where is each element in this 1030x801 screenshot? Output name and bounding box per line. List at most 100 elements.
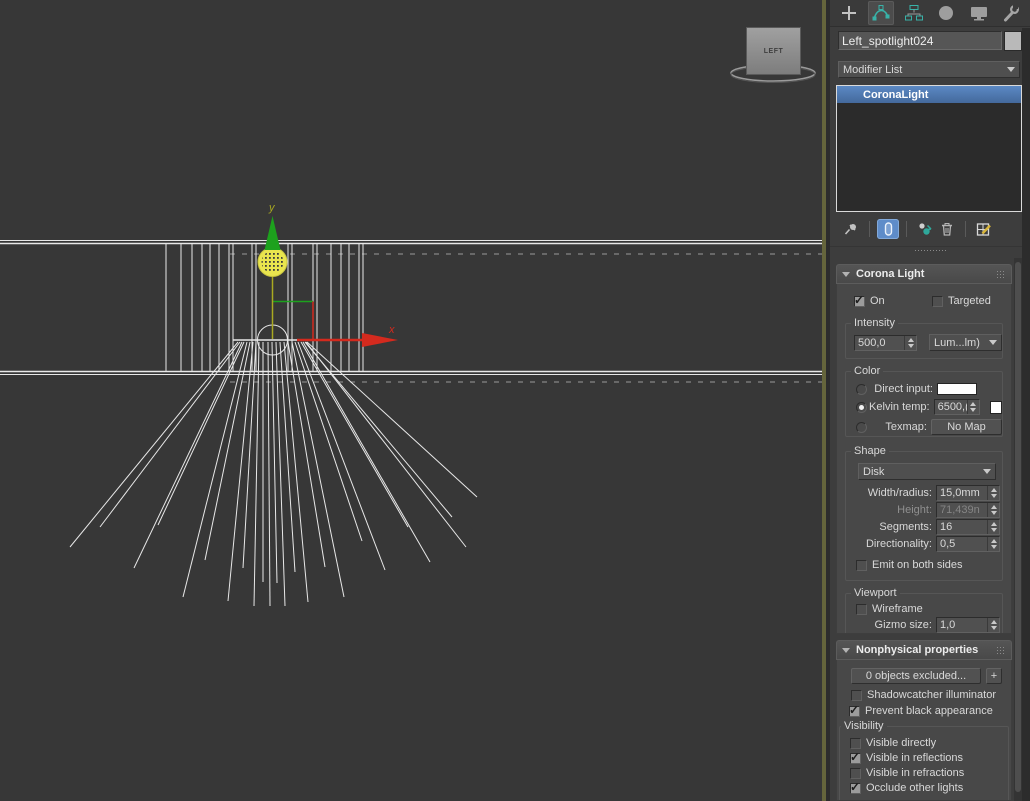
viewport-scene: xy bbox=[0, 202, 822, 607]
y-axis-arrowhead bbox=[264, 216, 281, 250]
wireframe-checkbox[interactable] bbox=[856, 603, 867, 615]
modifier-stack[interactable]: CoronaLight bbox=[836, 85, 1022, 212]
width-radius-spinner[interactable]: 15,0mm bbox=[936, 485, 1000, 501]
splitter-grip[interactable] bbox=[914, 249, 946, 253]
command-panel: Modifier List CoronaLight bbox=[830, 0, 1030, 801]
chevron-down-icon bbox=[983, 469, 991, 474]
tab-display[interactable] bbox=[966, 1, 992, 25]
remove-modifier-icon[interactable] bbox=[936, 219, 958, 239]
exclude-objects-button[interactable]: 0 objects excluded... bbox=[851, 668, 981, 684]
viewport-group-label: Viewport bbox=[851, 587, 900, 599]
direct-input-label: Direct input: bbox=[874, 383, 933, 395]
kelvin-color-swatch bbox=[989, 400, 1002, 414]
rollout-corona-light: Corona Light On Targeted Intensity 500,0 bbox=[836, 264, 1012, 634]
toolbar-separator bbox=[906, 221, 907, 237]
panel-scrollbar-thumb[interactable] bbox=[1015, 262, 1021, 792]
light-cone-rays bbox=[69, 341, 478, 607]
add-exclude-button[interactable]: + bbox=[986, 668, 1002, 684]
segments-spinner[interactable]: 16 bbox=[936, 519, 1000, 535]
object-name-row bbox=[830, 31, 1030, 51]
visibility-group: Visibility Visible directly Visible in r… bbox=[839, 720, 1009, 800]
make-unique-icon[interactable] bbox=[914, 219, 936, 239]
color-group: Color Direct input: Kelvin temp: 6500,( bbox=[845, 365, 1003, 437]
3dsmax-window: xy LEFT Left_spotlight024 Modifier List … bbox=[0, 0, 1030, 801]
kelvin-temp-radio[interactable] bbox=[856, 401, 867, 413]
tab-create[interactable] bbox=[836, 1, 862, 25]
rollout-title: Nonphysical properties bbox=[856, 644, 979, 656]
toolbar-separator bbox=[869, 221, 870, 237]
tab-utilities[interactable] bbox=[998, 1, 1024, 25]
object-color-swatch[interactable] bbox=[1004, 31, 1022, 51]
prevent-black-checkbox[interactable] bbox=[849, 703, 860, 717]
gizmo-size-spinner[interactable]: 1,0 bbox=[936, 617, 1000, 633]
intensity-spinner[interactable]: 500,0 bbox=[854, 334, 918, 351]
rollout-title: Corona Light bbox=[856, 268, 925, 280]
width-radius-label: Width/radius: bbox=[867, 487, 932, 499]
occlude-lights-label: Occlude other lights bbox=[866, 782, 964, 794]
texmap-button[interactable]: No Map bbox=[930, 419, 1002, 435]
rollout-grip-icon[interactable] bbox=[996, 645, 1006, 655]
shape-type-dropdown[interactable]: Disk bbox=[858, 463, 996, 480]
chevron-down-icon bbox=[1007, 67, 1015, 72]
display-icon bbox=[970, 7, 987, 21]
rollout-header-corona-light[interactable]: Corona Light bbox=[836, 264, 1012, 284]
wall-section-lines bbox=[0, 240, 822, 383]
targeted-checkbox[interactable] bbox=[932, 295, 943, 307]
gizmo-size-label: Gizmo size: bbox=[874, 619, 932, 631]
shadowcatcher-checkbox[interactable] bbox=[851, 689, 862, 701]
occlude-lights-checkbox[interactable] bbox=[850, 780, 861, 794]
show-end-result-icon[interactable] bbox=[877, 219, 899, 239]
rollout-header-nonphysical[interactable]: Nonphysical properties bbox=[836, 640, 1012, 660]
visible-refractions-label: Visible in refractions bbox=[866, 767, 965, 779]
rollout-grip-icon[interactable] bbox=[996, 269, 1006, 279]
texmap-label: Texmap: bbox=[885, 421, 927, 433]
modifier-stack-entry-coronalight[interactable]: CoronaLight bbox=[837, 86, 1021, 103]
move-transform-gizmo: x bbox=[271, 251, 398, 347]
kelvin-temp-label: Kelvin temp: bbox=[869, 401, 930, 413]
command-panel-tabs bbox=[830, 0, 1030, 27]
kelvin-temp-spinner[interactable]: 6500,( bbox=[933, 399, 980, 415]
rollout-nonphysical-properties: Nonphysical properties 0 objects exclude… bbox=[836, 640, 1012, 801]
tab-motion[interactable] bbox=[933, 1, 959, 25]
collapse-arrow-icon bbox=[842, 271, 850, 277]
on-checkbox[interactable] bbox=[854, 293, 865, 307]
on-targeted-row: On Targeted bbox=[837, 284, 1011, 309]
height-label: Height: bbox=[897, 504, 932, 516]
segments-label: Segments: bbox=[879, 521, 932, 533]
texmap-radio[interactable] bbox=[856, 421, 867, 433]
on-label: On bbox=[870, 295, 885, 307]
collapse-arrow-icon bbox=[842, 647, 850, 653]
intensity-units-dropdown[interactable]: Lum...lm) bbox=[929, 334, 1002, 351]
configure-modifier-sets-icon[interactable] bbox=[973, 219, 995, 239]
height-spinner[interactable]: 71,439n bbox=[936, 502, 1000, 518]
visible-reflections-checkbox[interactable] bbox=[850, 750, 861, 764]
direct-input-color-swatch[interactable] bbox=[937, 383, 977, 395]
object-name-input[interactable] bbox=[838, 31, 1002, 50]
emit-both-sides-label: Emit on both sides bbox=[872, 559, 963, 571]
shadowcatcher-label: Shadowcatcher illuminator bbox=[867, 689, 997, 701]
emit-both-sides-checkbox[interactable] bbox=[856, 559, 867, 571]
pin-stack-icon[interactable] bbox=[840, 219, 862, 239]
modifier-stack-toolbar bbox=[830, 216, 1030, 242]
color-group-label: Color bbox=[851, 365, 884, 377]
wireframe-label: Wireframe bbox=[872, 603, 923, 615]
direct-input-radio[interactable] bbox=[856, 383, 867, 395]
modifier-list-dropdown[interactable]: Modifier List bbox=[838, 61, 1020, 78]
modifier-list-label: Modifier List bbox=[843, 63, 903, 76]
tab-modify[interactable] bbox=[868, 1, 895, 25]
motion-icon bbox=[939, 6, 954, 20]
y-axis-label: y bbox=[268, 202, 276, 214]
directionality-spinner[interactable]: 0,5 bbox=[936, 536, 1000, 552]
hierarchy-icon bbox=[904, 5, 923, 21]
viewport-group: Viewport Wireframe Gizmo size: 1,0 bbox=[845, 587, 1003, 633]
panel-edge-strip bbox=[1022, 28, 1030, 801]
wrench-icon bbox=[1003, 4, 1019, 22]
left-orthographic-viewport[interactable]: xy LEFT bbox=[0, 0, 822, 801]
targeted-label: Targeted bbox=[948, 295, 991, 307]
visible-directly-checkbox[interactable] bbox=[850, 737, 861, 749]
visible-refractions-checkbox[interactable] bbox=[850, 767, 861, 779]
shape-group: Shape Disk Width/radius: 15,0mm Height: … bbox=[845, 445, 1003, 581]
plus-icon bbox=[842, 6, 856, 20]
tab-hierarchy[interactable] bbox=[901, 1, 927, 25]
viewcube-left-face[interactable]: LEFT bbox=[746, 27, 801, 75]
